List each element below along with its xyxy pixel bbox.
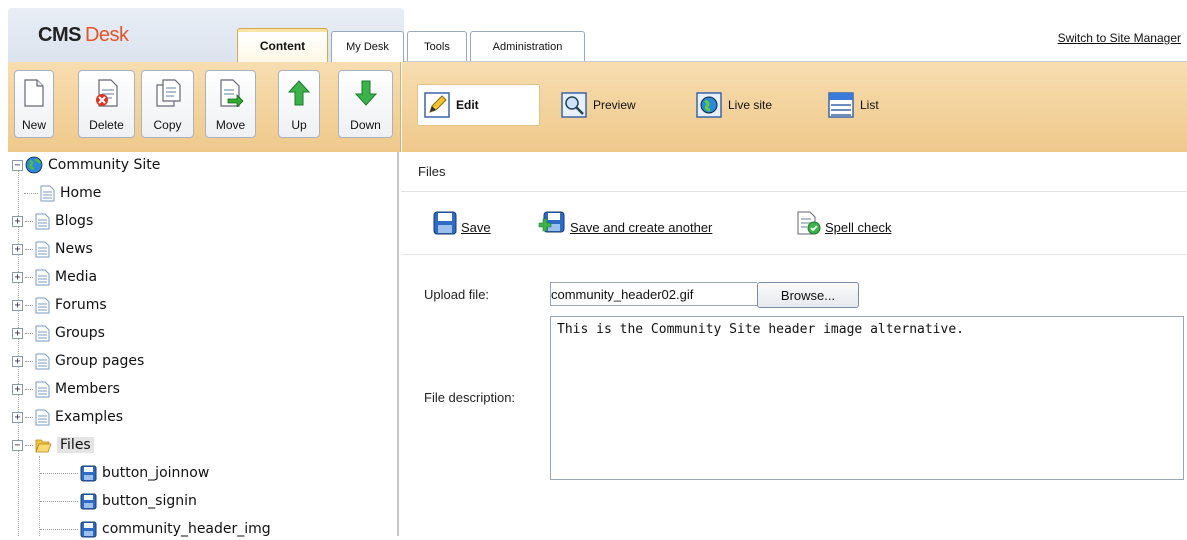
live-site-mode-button[interactable]: Live site [690, 84, 810, 126]
view-mode-toolbar: Edit Preview Live site List [402, 62, 1187, 152]
tab-tools[interactable]: Tools [407, 31, 467, 62]
page-icon [35, 269, 50, 286]
expand-icon[interactable]: + [12, 327, 23, 339]
tab-content[interactable]: Content [237, 28, 328, 62]
globe-icon [696, 92, 722, 118]
expand-icon[interactable]: + [12, 271, 23, 283]
new-button[interactable]: New [14, 70, 54, 138]
globe-icon [25, 156, 43, 174]
save-and-create-another-button[interactable]: Save and create another [538, 211, 712, 235]
tree-item-members[interactable]: + Members [12, 378, 120, 400]
tree-item-groups[interactable]: + Groups [12, 322, 105, 344]
save-icon [433, 211, 457, 235]
page-icon [23, 79, 45, 110]
save-button[interactable]: Save [433, 211, 491, 235]
tree-item-examples[interactable]: + Examples [12, 406, 123, 428]
delete-button[interactable]: Delete [78, 70, 135, 138]
collapse-icon[interactable]: − [12, 159, 23, 171]
tree-item-files[interactable]: − Files [12, 434, 94, 456]
document-toolbar: New Delete Copy Move Up Down [8, 62, 401, 152]
expand-icon[interactable]: + [12, 243, 23, 255]
switch-to-site-manager-link[interactable]: Switch to Site Manager [1058, 31, 1181, 45]
copy-button[interactable]: Copy [141, 70, 194, 138]
tree-child-button-signin[interactable]: button_signin [40, 490, 197, 512]
edit-form-panel: Files Save Save and create another Spell… [401, 152, 1187, 536]
arrow-up-icon [287, 79, 311, 110]
collapse-icon[interactable]: − [12, 439, 23, 451]
move-icon [218, 79, 244, 110]
page-icon [35, 297, 50, 314]
arrow-down-icon [354, 79, 378, 110]
floppy-icon [80, 465, 97, 482]
edit-mode-button[interactable]: Edit [417, 84, 540, 126]
page-title: Files [401, 152, 1187, 192]
upload-file-label: Upload file: [424, 287, 490, 302]
page-icon [35, 213, 50, 230]
tab-my-desk[interactable]: My Desk [331, 31, 404, 62]
expand-icon[interactable]: + [12, 299, 23, 311]
page-icon [35, 325, 50, 342]
spell-check-icon [795, 211, 821, 235]
tree-item-home[interactable]: Home [24, 182, 101, 204]
app-logo: CMS Desk [38, 24, 129, 46]
up-button[interactable]: Up [278, 70, 320, 138]
pencil-icon [424, 92, 450, 118]
tree-item-news[interactable]: + News [12, 238, 93, 260]
tree-item-forums[interactable]: + Forums [12, 294, 107, 316]
page-icon [35, 409, 50, 426]
tab-administration[interactable]: Administration [470, 31, 585, 62]
down-button[interactable]: Down [338, 70, 393, 138]
page-icon [35, 381, 50, 398]
move-button[interactable]: Move [205, 70, 256, 138]
content-tree: − Community Site Home + Blogs + News + M… [0, 152, 399, 537]
page-icon [40, 185, 55, 202]
preview-mode-button[interactable]: Preview [555, 84, 675, 126]
save-new-icon [538, 211, 566, 235]
tree-child-button-joinnow[interactable]: button_joinnow [40, 462, 209, 484]
list-mode-button[interactable]: List [822, 84, 912, 126]
list-icon [828, 92, 854, 118]
floppy-icon [80, 493, 97, 510]
form-actions: Save Save and create another Spell check [401, 193, 1187, 255]
tree-item-media[interactable]: + Media [12, 266, 97, 288]
tree-item-blogs[interactable]: + Blogs [12, 210, 93, 232]
file-description-label: File description: [424, 390, 516, 405]
tree-root-community-site[interactable]: − Community Site [12, 154, 160, 176]
magnifier-icon [561, 92, 587, 118]
page-icon [35, 241, 50, 258]
floppy-icon [80, 521, 97, 538]
page-icon [35, 353, 50, 370]
file-description-textarea[interactable]: This is the Community Site header image … [550, 316, 1184, 480]
expand-icon[interactable]: + [12, 355, 23, 367]
expand-icon[interactable]: + [12, 411, 23, 423]
expand-icon[interactable]: + [12, 215, 23, 227]
copy-icon [154, 79, 182, 110]
expand-icon[interactable]: + [12, 383, 23, 395]
spell-check-button[interactable]: Spell check [795, 211, 891, 235]
header: CMS Desk Content My Desk Tools Administra… [0, 0, 1187, 62]
tree-child-community-header-img[interactable]: community_header_img [40, 518, 271, 540]
tree-item-group-pages[interactable]: + Group pages [12, 350, 144, 372]
open-folder-icon [35, 438, 52, 453]
upload-file-input[interactable]: community_header02.gif [550, 282, 757, 306]
browse-button[interactable]: Browse... [757, 282, 859, 308]
delete-page-icon [94, 79, 120, 110]
